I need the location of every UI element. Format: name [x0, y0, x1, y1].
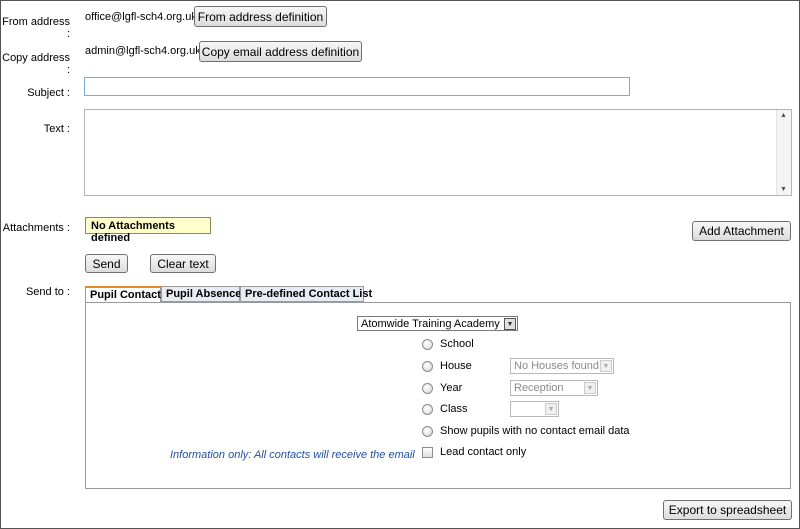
info-note: Information only: All contacts will rece…: [170, 449, 415, 461]
clear-text-button[interactable]: Clear text: [150, 254, 216, 273]
chevron-down-icon[interactable]: ▼: [504, 318, 516, 330]
export-to-spreadsheet-button[interactable]: Export to spreadsheet: [663, 500, 792, 520]
send-button[interactable]: Send: [85, 254, 128, 273]
school-option-label: School: [440, 338, 474, 350]
school-radio[interactable]: [422, 339, 433, 350]
from-address-definition-button[interactable]: From address definition: [194, 6, 327, 27]
year-option-label: Year: [440, 382, 463, 394]
send-to-label: Send to :: [25, 286, 70, 298]
attachments-status-badge: No Attachments defined: [85, 217, 211, 244]
house-radio[interactable]: [422, 361, 433, 372]
no-contact-email-radio[interactable]: [422, 426, 433, 437]
subject-input[interactable]: [84, 77, 630, 96]
class-select[interactable]: ▼: [510, 401, 559, 417]
lead-contact-label: Lead contact only: [440, 446, 527, 458]
no-contact-email-option-label: Show pupils with no contact email data: [440, 425, 630, 437]
house-select[interactable]: No Houses found ▼: [510, 358, 614, 374]
scroll-up-icon[interactable]: ▲: [780, 112, 787, 119]
message-textarea[interactable]: ▲ ▼: [84, 109, 792, 196]
class-option-label: Class: [440, 403, 468, 415]
copy-address-value: admin@lgfl-sch4.org.uk: [85, 45, 201, 57]
school-select[interactable]: Atomwide Training Academy ▼: [357, 316, 518, 331]
tab-predefined-contact-list[interactable]: Pre-defined Contact List: [240, 286, 372, 302]
text-label: Text :: [43, 123, 70, 135]
tab-pupil-contacts[interactable]: Pupil Contacts: [85, 286, 167, 303]
lead-contact-checkbox[interactable]: [422, 447, 433, 458]
tab-pupil-absence[interactable]: Pupil Absence: [161, 286, 241, 302]
subject-label: Subject :: [27, 87, 70, 99]
chevron-down-icon[interactable]: ▼: [584, 382, 596, 394]
chevron-down-icon[interactable]: ▼: [545, 403, 557, 415]
class-radio[interactable]: [422, 404, 433, 415]
scroll-down-icon[interactable]: ▼: [780, 186, 787, 193]
copy-address-label: Copy address :: [2, 52, 70, 76]
textarea-scrollbar[interactable]: ▲ ▼: [776, 110, 791, 195]
year-radio[interactable]: [422, 383, 433, 394]
school-select-value: Atomwide Training Academy: [361, 318, 500, 330]
attachments-label: Attachments :: [2, 222, 70, 234]
chevron-down-icon[interactable]: ▼: [600, 360, 612, 372]
from-address-label: From address :: [2, 16, 70, 40]
add-attachment-button[interactable]: Add Attachment: [692, 221, 791, 241]
house-select-value: No Houses found: [514, 360, 599, 372]
from-address-value: office@lgfl-sch4.org.uk: [85, 11, 197, 23]
year-select[interactable]: Reception ▼: [510, 380, 598, 396]
house-option-label: House: [440, 360, 472, 372]
year-select-value: Reception: [514, 382, 564, 394]
copy-email-address-definition-button[interactable]: Copy email address definition: [199, 41, 362, 62]
